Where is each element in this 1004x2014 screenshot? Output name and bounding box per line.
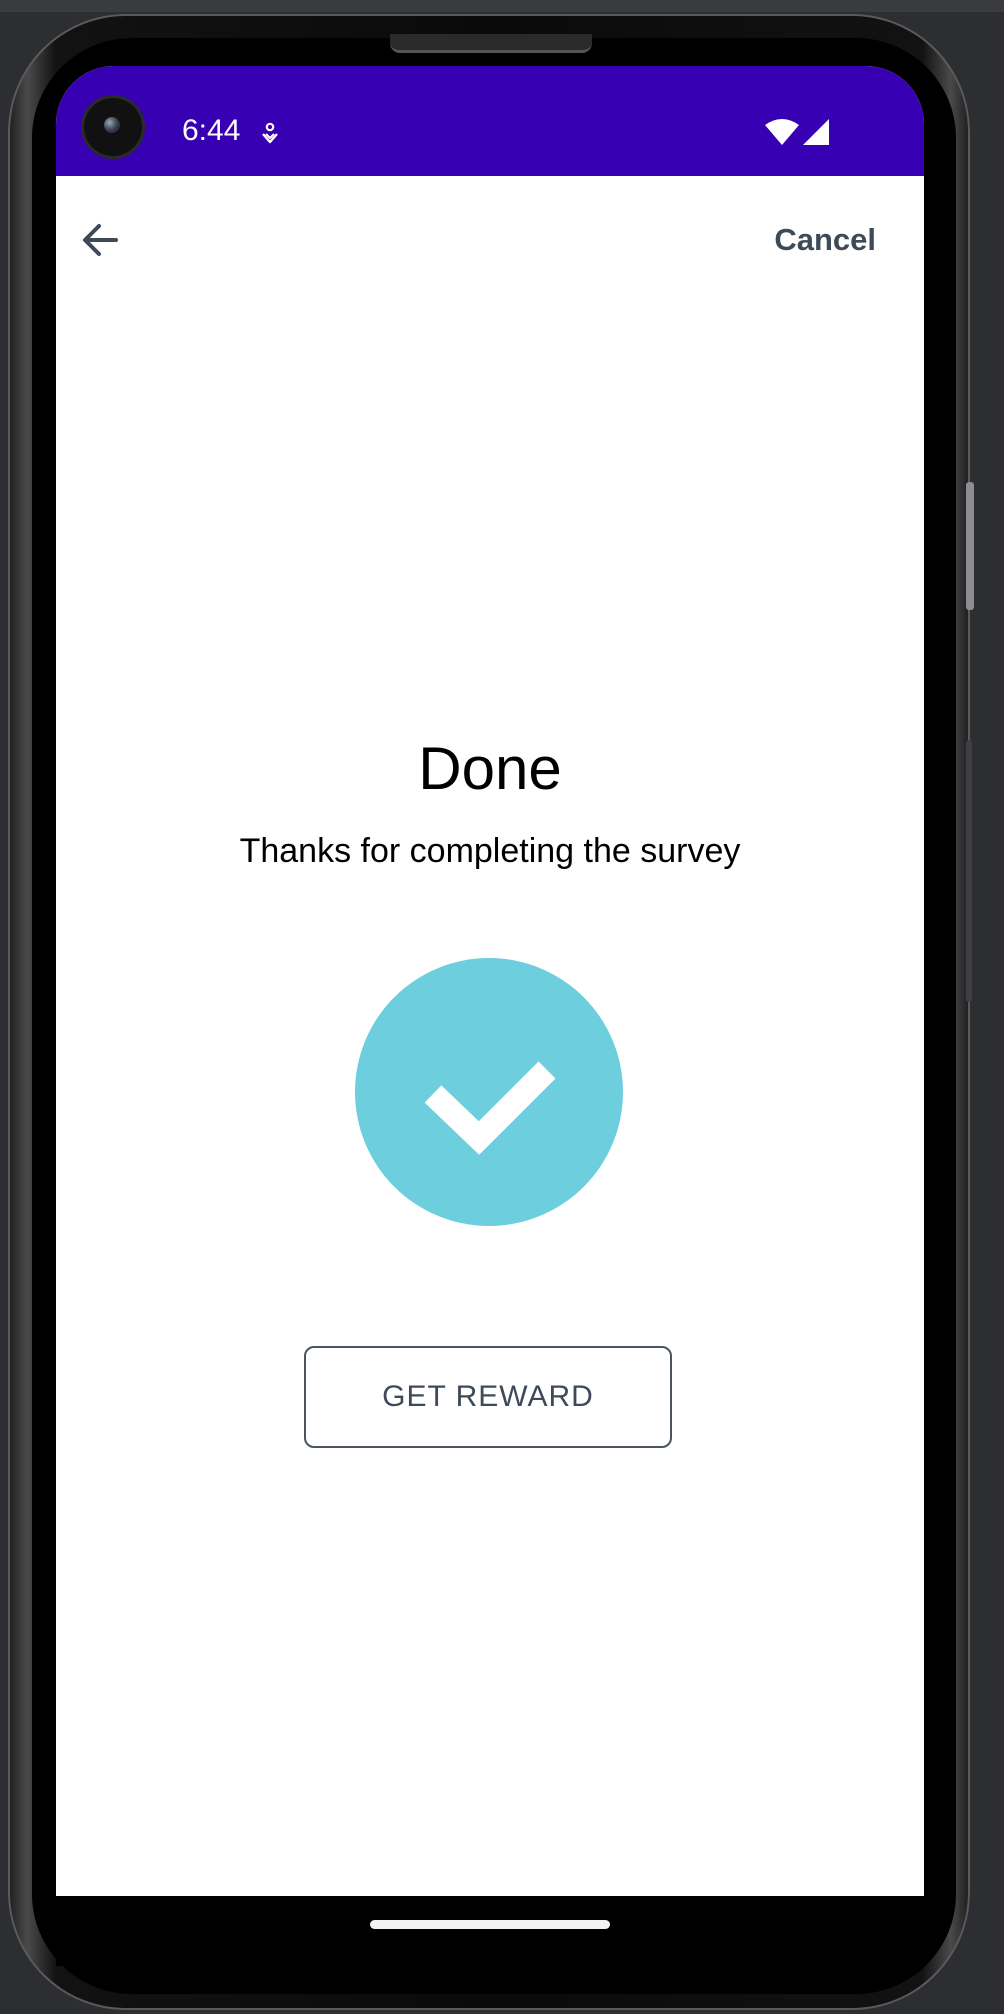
checkmark-icon (424, 1061, 556, 1155)
cell-signal-icon (803, 119, 829, 145)
back-button[interactable] (76, 216, 124, 264)
completion-message: Thanks for completing the survey (239, 832, 741, 870)
page-title: Done (418, 735, 562, 802)
check-circle-icon (355, 958, 623, 1226)
get-reward-button[interactable]: GET REWARD (304, 1346, 672, 1448)
status-bar: 6:44 (56, 66, 924, 176)
emulator-top-strip (0, 0, 1004, 12)
power-button[interactable] (966, 482, 974, 610)
cancel-button[interactable]: Cancel (774, 222, 876, 258)
notification-pin-icon (262, 122, 278, 144)
app-screen: 6:44 Cancel Done Thanks for completing t… (56, 66, 924, 1896)
volume-rocker[interactable] (966, 740, 972, 1002)
arrow-back-icon (83, 224, 118, 256)
toolbar: Cancel (56, 176, 924, 296)
wifi-icon (765, 119, 799, 145)
navigation-bar (56, 1896, 924, 1966)
earpiece-speaker (390, 34, 592, 53)
front-camera (84, 98, 142, 156)
device-frame: 6:44 Cancel Done Thanks for completing t… (0, 0, 1004, 2014)
status-time: 6:44 (182, 114, 241, 147)
home-indicator[interactable] (370, 1920, 610, 1929)
